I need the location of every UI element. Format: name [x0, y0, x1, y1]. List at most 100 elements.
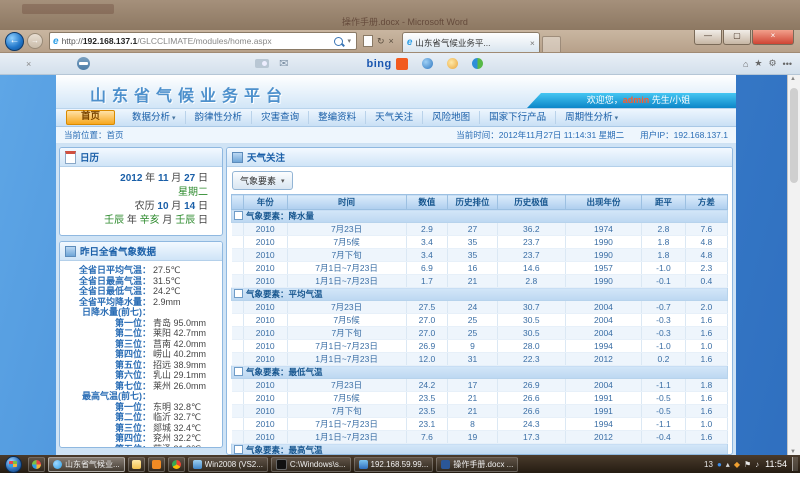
cmd-icon [276, 459, 287, 470]
bing-rewards-icon[interactable] [396, 58, 408, 70]
tray-volume-icon[interactable]: ♪ [755, 460, 759, 469]
table-cell: 28.0 [497, 340, 565, 353]
taskbar-window-remote[interactable]: 192.168.59.99... [354, 457, 434, 472]
show-desktop-button[interactable] [792, 457, 798, 471]
element-filter-button[interactable]: 气象要素 ▾ [232, 171, 293, 190]
nav-item-周期性分析[interactable]: 周期性分析▾ [556, 111, 627, 124]
tray-orange-icon[interactable]: ◆ [734, 460, 740, 469]
nav-item-韵律性分析[interactable]: 韵律性分析 [186, 111, 253, 124]
taskbar-window-word[interactable]: 操作手册.docx ... [436, 457, 518, 472]
toolbar-close-icon[interactable]: × [26, 59, 31, 69]
table-row[interactable]: 20107月23日27.52430.72004-0.72.0 [232, 301, 728, 314]
tray-ime[interactable]: 13 [704, 460, 713, 469]
table-row[interactable]: 20107月5候27.02530.52004-0.31.6 [232, 314, 728, 327]
calendar-line: 农历 10 月 14 日 [65, 200, 208, 214]
yesterday-weather-box: 昨日全省气象数据 全省日平均气温：27.5℃全省日最高气温：31.5℃全省日最低… [59, 241, 223, 448]
camera-icon[interactable] [255, 59, 269, 68]
taskbar-clock[interactable]: 11:54 [765, 459, 787, 469]
table-row[interactable]: 20107月23日2.92736.219742.87.6 [232, 223, 728, 236]
table-row[interactable]: 20107月1日~7月23日26.9928.01994-1.01.0 [232, 340, 728, 353]
stop-icon[interactable]: × [389, 36, 394, 46]
messenger-icon[interactable] [422, 58, 433, 69]
home-icon[interactable]: ⌂ [743, 59, 748, 69]
address-bar[interactable]: e http://192.168.137.1/GLCCLIMATE/module… [49, 32, 357, 50]
refresh-icon[interactable]: ↻ [377, 36, 385, 47]
weather-stat-line: 第二位：莱阳 42.7mm [63, 328, 219, 339]
url-text[interactable]: http://192.168.137.1/GLCCLIMATE/modules/… [62, 36, 333, 46]
table-row[interactable]: 20107月5候23.52126.61991-0.51.6 [232, 392, 728, 405]
expand-checkbox-icon[interactable] [234, 445, 243, 454]
table-row[interactable]: 20101月1日~7月23日7.61917.32012-0.41.6 [232, 431, 728, 444]
mail-icon[interactable]: ✉ [279, 57, 288, 70]
taskbar-window-ie[interactable]: 山东省气候业... [48, 457, 125, 472]
table-cell: 7月23日 [287, 301, 406, 314]
nav-item-国家下行产品[interactable]: 国家下行产品 [480, 111, 556, 124]
favorites-star-icon[interactable]: ★ [754, 58, 762, 69]
table-group-row[interactable]: 气象要素：平均气温 [232, 288, 728, 301]
taskbar: 山东省气候业...Win2008 (VS2...C:\Windows\s...1… [0, 455, 800, 473]
table-cell: 27.5 [406, 301, 448, 314]
pinned-app-icon[interactable] [28, 457, 45, 472]
nav-item-数据分析[interactable]: 数据分析▾ [123, 111, 186, 124]
new-tab-button[interactable] [542, 36, 561, 52]
start-button[interactable] [5, 456, 22, 473]
taskbar-window-app[interactable] [148, 457, 165, 472]
taskbar-window-cmd[interactable]: C:\Windows\s... [271, 457, 351, 472]
calendar-text: 月 [169, 201, 185, 212]
folder-icon [132, 460, 141, 469]
table-row[interactable]: 20107月下旬27.02530.52004-0.31.6 [232, 327, 728, 340]
taskbar-window-folder[interactable] [128, 457, 145, 472]
toolbar-emblem-icon[interactable] [77, 57, 90, 70]
nav-item-首页[interactable]: 首页 [66, 110, 115, 125]
close-button[interactable]: × [752, 30, 794, 45]
expand-checkbox-icon[interactable] [234, 289, 243, 298]
taskbar-window-server[interactable]: Win2008 (VS2... [188, 457, 268, 472]
expand-checkbox-icon[interactable] [234, 367, 243, 376]
highlight-icon[interactable] [447, 58, 458, 69]
table-row[interactable]: 20107月下旬23.52126.61991-0.51.6 [232, 405, 728, 418]
table-group-row[interactable]: 气象要素：最低气温 [232, 366, 728, 379]
tray-up-arrow-icon[interactable]: ▴ [726, 460, 730, 469]
table-row[interactable]: 20101月1日~7月23日1.7212.81990-0.10.4 [232, 275, 728, 288]
table-group-row[interactable]: 气象要素：降水量 [232, 210, 728, 223]
table-cell: 1.6 [685, 314, 727, 327]
table-row[interactable]: 20107月1日~7月23日23.1824.31994-1.11.0 [232, 418, 728, 431]
table-row[interactable]: 20107月1日~7月23日6.91614.61957-1.02.3 [232, 262, 728, 275]
table-row[interactable]: 20107月23日24.21726.92004-1.11.8 [232, 379, 728, 392]
tray-blue-circle-icon[interactable]: ● [717, 460, 722, 469]
forward-button[interactable]: → [27, 33, 43, 49]
nav-item-天气关注[interactable]: 天气关注 [366, 111, 423, 124]
table-row[interactable]: 20107月5候3.43523.719901.84.8 [232, 236, 728, 249]
tray-flag-icon[interactable]: ⚑ [744, 460, 751, 469]
minimize-button[interactable]: — [694, 30, 722, 45]
maximize-button[interactable]: ▢ [723, 30, 751, 45]
expand-checkbox-icon[interactable] [234, 211, 243, 220]
scrollbar-thumb[interactable] [790, 88, 798, 183]
people-icon[interactable] [472, 58, 483, 69]
scroll-up-icon[interactable]: ▲ [790, 76, 796, 82]
address-dropdown-icon[interactable]: ▾ [347, 37, 351, 45]
weather-stat-line: 第四位：崂山 40.2mm [63, 349, 219, 360]
back-button[interactable]: ← [5, 32, 24, 51]
weather-stat-value: 莒南 42.0mm [153, 339, 206, 350]
table-cell: 27 [448, 223, 498, 236]
nav-item-整编资料[interactable]: 整编资料 [309, 111, 366, 124]
browser-tab[interactable]: e 山东省气候业务平... × [402, 32, 540, 52]
search-icon[interactable] [334, 37, 343, 46]
compatibility-view-icon[interactable] [363, 35, 373, 47]
more-options-icon[interactable]: ••• [783, 59, 792, 69]
nav-item-风险地图[interactable]: 风险地图 [423, 111, 480, 124]
table-row[interactable]: 20101月1日~7月23日12.03122.320120.21.6 [232, 353, 728, 366]
bing-logo[interactable]: bing [366, 58, 391, 70]
taskbar-window-chrome[interactable] [168, 457, 185, 472]
table-cell: 2010 [243, 340, 287, 353]
table-row[interactable]: 20107月下旬3.43523.719901.84.8 [232, 249, 728, 262]
breadcrumb[interactable]: 当前位置：首页 [64, 129, 124, 141]
nav-item-灾害查询[interactable]: 灾害查询 [252, 111, 309, 124]
tab-close-icon[interactable]: × [530, 38, 535, 48]
vertical-scrollbar[interactable]: ▲ ▼ [787, 75, 800, 456]
table-cell: 1月1日~7月23日 [287, 275, 406, 288]
table-group-row[interactable]: 气象要素：最高气温 [232, 444, 728, 456]
settings-gear-icon[interactable]: ⚙ [768, 58, 776, 69]
weather-stat-line: 全省日平均气温：27.5℃ [63, 265, 219, 276]
